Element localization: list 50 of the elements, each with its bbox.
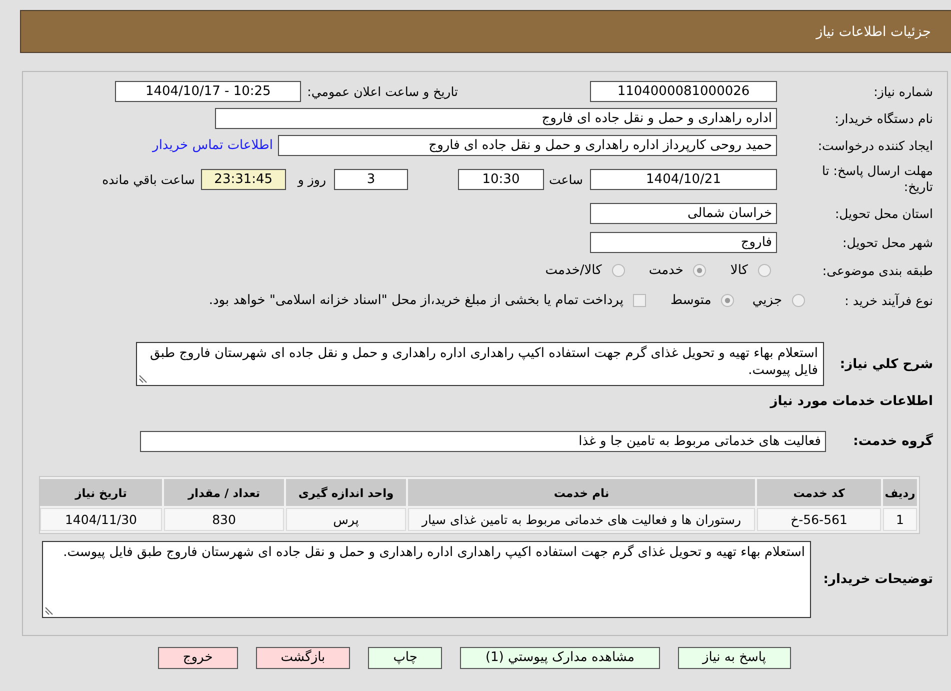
table-cell: 1404/11/30 bbox=[40, 508, 162, 531]
page-title: جزئيات اطلاعات نياز bbox=[816, 24, 931, 40]
contact-info-link[interactable]: اطلاعات تماس خریدار bbox=[152, 138, 273, 153]
days-label: روز و bbox=[298, 172, 326, 186]
table-header-cell: نام خدمت bbox=[408, 479, 755, 506]
table-cell: 830 bbox=[164, 508, 284, 531]
resize-grip-icon[interactable] bbox=[45, 607, 53, 615]
table-cell: رستوران ها و فعالیت های خدماتی مربوط به تامین غذای سیار bbox=[408, 508, 755, 531]
announcement-date-field[interactable]: 1404/10/17 - 10:25 bbox=[115, 81, 302, 102]
deadline-date-field[interactable]: 1404/10/21 bbox=[590, 168, 777, 190]
reply-button[interactable]: پاسخ به نیاز bbox=[678, 647, 791, 669]
deadline-label: مهلت ارسال پاسخ: تا تاریخ: bbox=[821, 163, 933, 195]
deadline-time-label: ساعت bbox=[548, 172, 583, 186]
table-cell: 1 bbox=[883, 508, 917, 531]
section-title: اطلاعات خدمات مورد نیاز bbox=[770, 394, 933, 408]
service-group-field[interactable]: فعالیت های خدماتی مربوط به تامین جا و غذا bbox=[140, 431, 826, 452]
need-number-field[interactable]: 1104000081000026 bbox=[590, 81, 777, 102]
table-header-cell: تعداد / مقدار bbox=[164, 479, 284, 506]
province-field[interactable]: خراسان شمالی bbox=[590, 203, 777, 224]
city-field[interactable]: فاروج bbox=[590, 232, 777, 252]
city-label: شهر محل تحویل: bbox=[842, 234, 933, 250]
remaining-days-field[interactable]: 3 bbox=[334, 168, 408, 190]
buyer-organization-label: نام دستگاه خریدار: bbox=[834, 111, 933, 126]
table-header-cell: واحد اندازه گیری bbox=[286, 479, 406, 506]
service-group-label: گروه خدمت: bbox=[852, 434, 933, 449]
table-cell: پرس bbox=[286, 508, 406, 531]
view-attachments-button[interactable]: مشاهده مدارک پیوستي (1) bbox=[460, 647, 660, 669]
category-label: طبقه بندی موضوعی: bbox=[821, 263, 933, 278]
purchase-type-label: نوع فرآیند خرید : bbox=[844, 292, 933, 308]
remaining-time-label: ساعت باقي مانده bbox=[102, 172, 195, 186]
exit-button[interactable]: خروج bbox=[158, 647, 238, 669]
description-label: شرح کلي نیاز: bbox=[838, 356, 933, 372]
remaining-time-field[interactable]: 23:31:45 bbox=[200, 168, 286, 190]
need-number-label: شماره نیاز: bbox=[872, 84, 933, 99]
province-label: استان محل تحویل: bbox=[834, 206, 933, 221]
print-button[interactable]: چاپ bbox=[368, 647, 442, 669]
announcement-date-label: تاریخ و ساعت اعلان عمومي: bbox=[307, 84, 458, 99]
table-header-cell: ردیف bbox=[883, 479, 917, 506]
requester-label: ایجاد کننده درخواست: bbox=[816, 138, 933, 153]
buyer-organization-field[interactable]: اداره راهداری و حمل و نقل جاده ای فاروج bbox=[215, 108, 777, 129]
buyer-notes-label: توضیحات خریدار: bbox=[822, 572, 933, 587]
table-cell: 56-561-خ bbox=[757, 508, 881, 531]
resize-grip-icon[interactable] bbox=[139, 375, 147, 383]
description-textarea[interactable]: استعلام بهاء تهیه و تحویل غذای گرم جهت استفاده اکیپ راهداری اداره راهداری و حمل و نقل جاده ای شهرستان فاروج طبق فایل پیوست. bbox=[136, 342, 824, 386]
back-button[interactable]: بازگشت bbox=[256, 647, 350, 669]
table-header-cell: تاریخ نیاز bbox=[40, 479, 162, 506]
table-header-cell: کد خدمت bbox=[757, 479, 881, 506]
deadline-time-field[interactable]: 10:30 bbox=[458, 168, 544, 190]
buyer-notes-textarea[interactable]: استعلام بهاء تهیه و تحویل غذای گرم جهت استفاده اکیپ راهداری اداره راهداری و حمل و نقل جاده ای شهرستان فاروج طبق فایل پیوست. bbox=[42, 541, 811, 618]
requester-field[interactable]: حمید روحی کارپرداز اداره راهداری و حمل و نقل جاده ای فاروج bbox=[278, 135, 777, 156]
